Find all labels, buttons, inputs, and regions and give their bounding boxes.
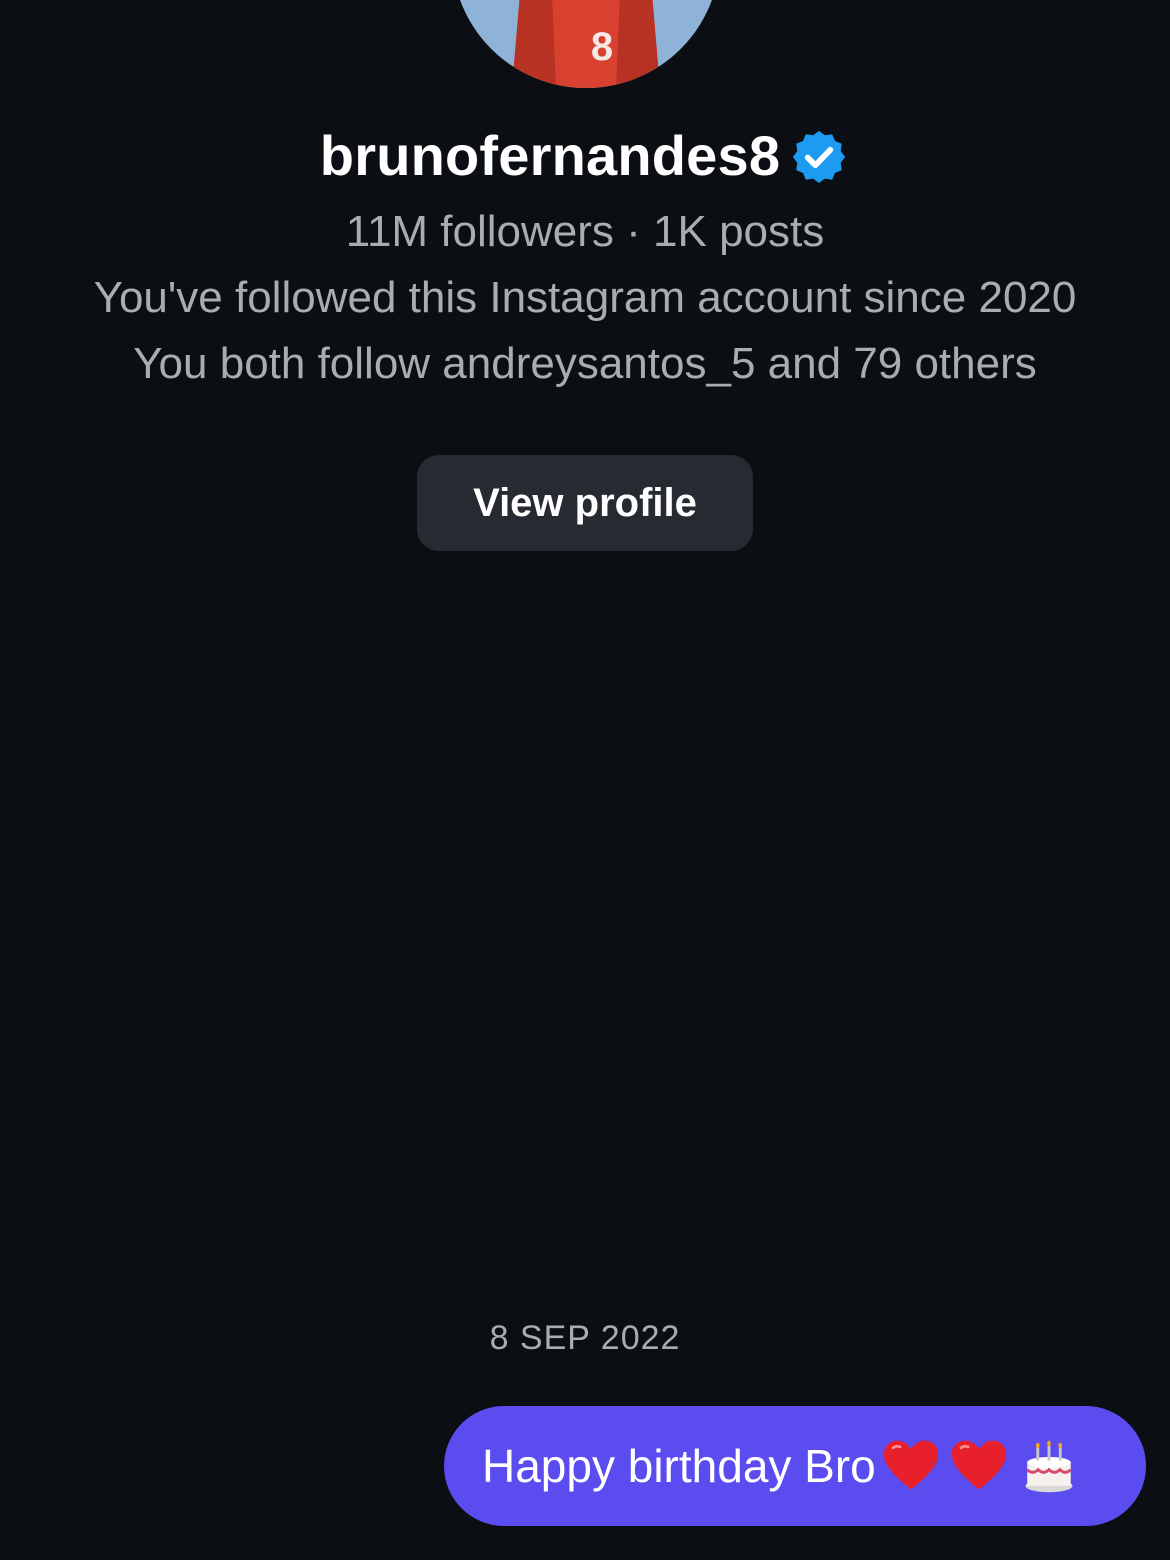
mutual-followers-text: You both follow andreysantos_5 and 79 ot… [133,339,1037,388]
profile-header: brunofernandes8 [0,122,1170,190]
view-profile-button[interactable]: View profile [417,455,753,551]
message-text: Happy birthday Bro [482,1440,876,1492]
red-heart-icon [883,1440,938,1490]
red-heart-icon [951,1440,1006,1490]
date-separator: 8 SEP 2022 [489,1319,681,1357]
avatar-image: 8 [452,0,720,88]
username[interactable]: brunofernandes8 [320,122,780,190]
verified-badge-icon [793,130,846,184]
birthday-cake-icon [1025,1440,1073,1493]
followed-since-text: You've followed this Instagram account s… [93,273,1077,322]
profile-stats: 11M followers · 1K posts [345,207,825,256]
profile-avatar[interactable]: 8 [452,0,720,88]
message-bubble[interactable]: Happy birthday Bro [444,1406,1146,1526]
jersey-number: 8 [591,25,613,69]
